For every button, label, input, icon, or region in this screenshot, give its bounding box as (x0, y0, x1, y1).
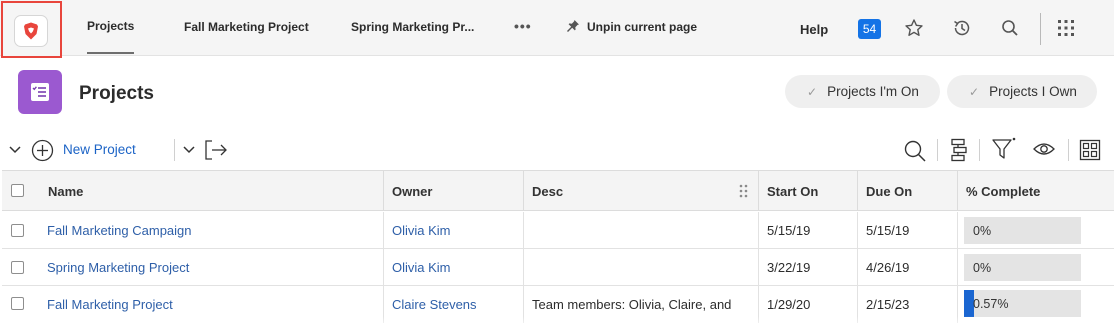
check-icon: ✓ (807, 84, 818, 99)
projects-i-own-filter[interactable]: ✓ Projects I Own (947, 75, 1097, 108)
start-date-cell: 5/15/19 (758, 212, 857, 249)
layout-grid-icon[interactable] (1079, 139, 1101, 161)
tab-label: Spring Marketing Pr... (351, 20, 475, 34)
top-navigation-bar: Projects Fall Marketing Project Spring M… (0, 0, 1114, 56)
owner-link[interactable]: Olivia Kim (383, 249, 523, 286)
tab-label: Fall Marketing Project (184, 20, 309, 34)
progress-label: 0.57% (973, 296, 1009, 311)
tab-projects[interactable]: Projects (87, 0, 135, 54)
bottom-fade (0, 316, 1114, 331)
table-row[interactable]: Fall Marketing Campaign Olivia Kim 5/15/… (2, 212, 1114, 249)
search-icon[interactable] (903, 139, 927, 163)
row-checkbox[interactable] (11, 224, 24, 237)
add-circle-icon[interactable] (31, 139, 54, 162)
table-row[interactable]: Spring Marketing Project Olivia Kim 3/22… (2, 249, 1114, 286)
export-icon[interactable] (204, 139, 228, 161)
column-header-start-on[interactable]: Start On (758, 171, 857, 211)
filter-icon[interactable] (991, 137, 1017, 161)
search-icon[interactable] (999, 17, 1021, 39)
column-header-owner[interactable]: Owner (383, 171, 523, 211)
column-header-percent-complete[interactable]: % Complete (957, 171, 1114, 211)
toolbar-divider (937, 139, 938, 161)
tab-label: Projects (87, 19, 135, 33)
more-tabs-button[interactable]: ••• (514, 18, 532, 34)
toolbar-divider (1040, 13, 1041, 45)
row-checkbox[interactable] (11, 297, 24, 310)
progress-label: 0% (973, 223, 992, 238)
project-name-link[interactable]: Fall Marketing Campaign (38, 212, 383, 249)
toolbar-divider (1068, 139, 1069, 161)
due-date-cell: 4/26/19 (857, 249, 957, 286)
more-chevron-icon[interactable] (182, 143, 196, 157)
owner-link[interactable]: Olivia Kim (383, 212, 523, 249)
page-title: Projects (79, 83, 154, 104)
help-link[interactable]: Help (800, 22, 828, 37)
pin-icon (566, 19, 580, 36)
progress-bar: 0% (964, 217, 1081, 244)
unpin-label: Unpin current page (587, 20, 698, 34)
progress-label: 0% (973, 260, 992, 275)
projects-page-icon (18, 70, 62, 114)
column-header-desc[interactable]: Desc (523, 171, 758, 211)
desc-cell (523, 212, 758, 249)
check-icon: ✓ (969, 84, 980, 99)
column-label: Owner (392, 183, 433, 199)
start-date-cell: 3/22/19 (758, 249, 857, 286)
select-all-checkbox[interactable] (11, 184, 24, 197)
column-label: Due On (866, 183, 913, 199)
table-header: Name Owner Desc Start On Due On % Comple… (2, 170, 1114, 211)
history-icon[interactable] (951, 17, 973, 39)
desc-cell (523, 249, 758, 286)
project-name-link[interactable]: Spring Marketing Project (38, 249, 383, 286)
column-label: Name (48, 183, 84, 199)
apps-grid-icon[interactable] (1055, 17, 1077, 39)
column-header-due-on[interactable]: Due On (857, 171, 957, 211)
new-project-button[interactable]: New Project (63, 142, 136, 157)
tab-fall-marketing-project[interactable]: Fall Marketing Project (184, 0, 309, 54)
due-date-cell: 5/15/19 (857, 212, 957, 249)
view-eye-icon[interactable] (1032, 140, 1056, 158)
column-label: Desc (532, 183, 564, 199)
column-label: % Complete (966, 183, 1041, 199)
app-logo-highlight (1, 1, 62, 58)
app-logo-icon[interactable] (14, 15, 48, 47)
tab-spring-marketing-project[interactable]: Spring Marketing Pr... (351, 0, 474, 54)
notification-badge[interactable]: 54 (858, 19, 881, 39)
filter-label: Projects I'm On (827, 84, 919, 99)
toolbar-divider (174, 139, 175, 161)
column-header-name[interactable]: Name (38, 171, 383, 211)
progress-bar: 0.57% (964, 290, 1081, 317)
drag-handle-icon[interactable] (739, 184, 748, 201)
column-label: Start On (767, 183, 819, 199)
projects-im-on-filter[interactable]: ✓ Projects I'm On (785, 75, 940, 108)
toolbar-divider (979, 139, 980, 161)
filter-label: Projects I Own (989, 84, 1077, 99)
progress-bar: 0% (964, 254, 1081, 281)
unpin-current-page-button[interactable]: Unpin current page (566, 0, 697, 54)
group-icon[interactable] (949, 138, 969, 162)
star-icon[interactable] (903, 17, 925, 39)
collapse-chevron-icon[interactable] (8, 143, 22, 157)
row-checkbox[interactable] (11, 261, 24, 274)
